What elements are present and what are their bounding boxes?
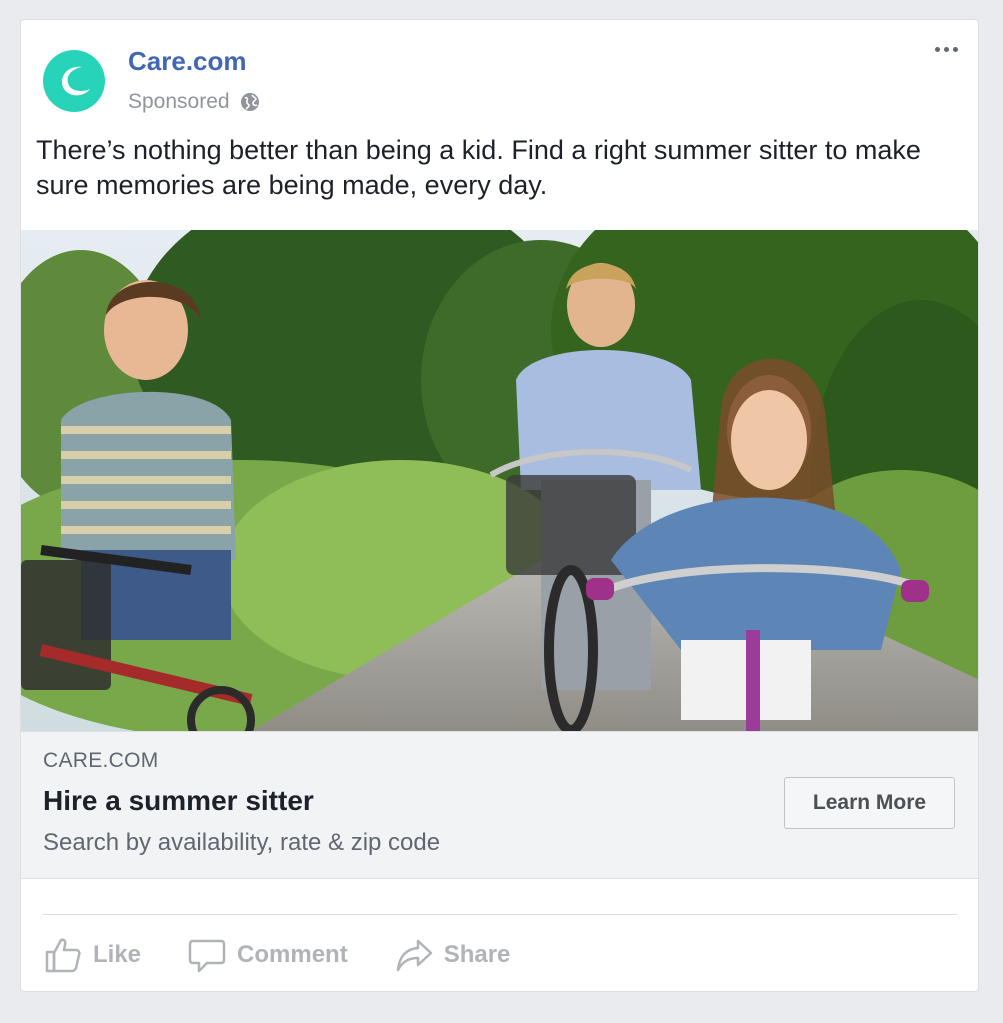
like-label: Like	[93, 941, 142, 968]
like-button[interactable]: Like	[43, 935, 141, 975]
share-button[interactable]: Share	[394, 935, 511, 975]
post-text: There’s nothing better than being a kid.…	[36, 135, 921, 200]
care-logo-icon	[62, 66, 90, 96]
link-description: Search by availability, rate & zip code	[43, 829, 441, 856]
link-domain: CARE.COM	[43, 749, 159, 772]
page-name-link[interactable]: Care.com	[128, 46, 247, 77]
sponsored-label-row: Sponsored	[128, 90, 260, 114]
globe-icon[interactable]	[240, 92, 260, 112]
sponsored-label: Sponsored	[128, 90, 230, 113]
link-headline[interactable]: Hire a summer sitter	[43, 785, 314, 817]
ad-photo[interactable]	[21, 230, 978, 731]
more-options-icon[interactable]	[928, 38, 964, 60]
share-arrow-icon	[396, 939, 432, 972]
comment-bubble-icon	[188, 939, 226, 973]
post-actions-bar: Like Comment Share	[43, 932, 556, 978]
sponsored-post-card: Care.com Sponsored There’s nothing bette…	[20, 19, 979, 992]
comment-button[interactable]: Comment	[187, 935, 348, 975]
share-label: Share	[443, 941, 511, 968]
thumbs-up-icon	[45, 938, 81, 973]
page-avatar[interactable]	[43, 50, 105, 112]
learn-more-button[interactable]: Learn More	[784, 777, 955, 829]
link-preview[interactable]: CARE.COM Hire a summer sitter Search by …	[21, 731, 978, 879]
actions-divider	[43, 914, 957, 915]
comment-label: Comment	[237, 941, 348, 968]
family-biking-photo	[21, 230, 978, 731]
